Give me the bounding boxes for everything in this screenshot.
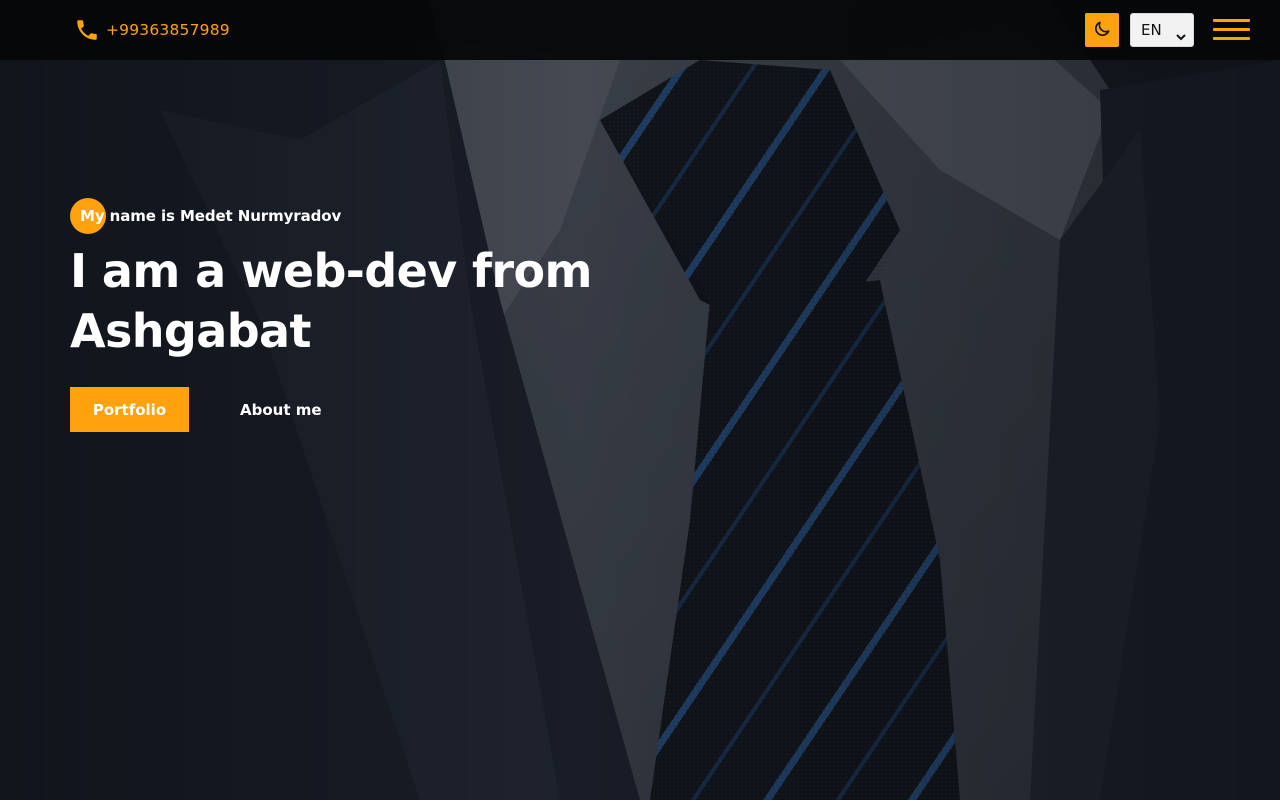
- chevron-down-icon: [1176, 26, 1186, 41]
- portfolio-button[interactable]: Portfolio: [70, 387, 189, 432]
- theme-toggle-button[interactable]: [1085, 13, 1119, 47]
- phone-number: +99363857989: [106, 21, 230, 39]
- hero-headline: I am a web-dev from Ashgabat: [70, 244, 592, 358]
- hamburger-menu-icon[interactable]: [1213, 17, 1251, 43]
- intro-text: My name is Medet Nurmyradov: [80, 207, 342, 225]
- top-navigation-bar: +99363857989 EN: [0, 0, 1280, 60]
- language-selected-value: EN: [1141, 21, 1162, 39]
- hero-buttons: Portfolio About me: [70, 387, 670, 432]
- intro-line: My name is Medet Nurmyradov: [70, 198, 670, 234]
- about-me-button[interactable]: About me: [240, 401, 322, 419]
- language-select[interactable]: EN: [1130, 13, 1194, 47]
- phone-icon: [74, 17, 100, 43]
- hero-section: My name is Medet Nurmyradov I am a web-d…: [70, 198, 670, 432]
- moon-icon: [1092, 19, 1112, 42]
- phone-link[interactable]: +99363857989: [74, 17, 230, 43]
